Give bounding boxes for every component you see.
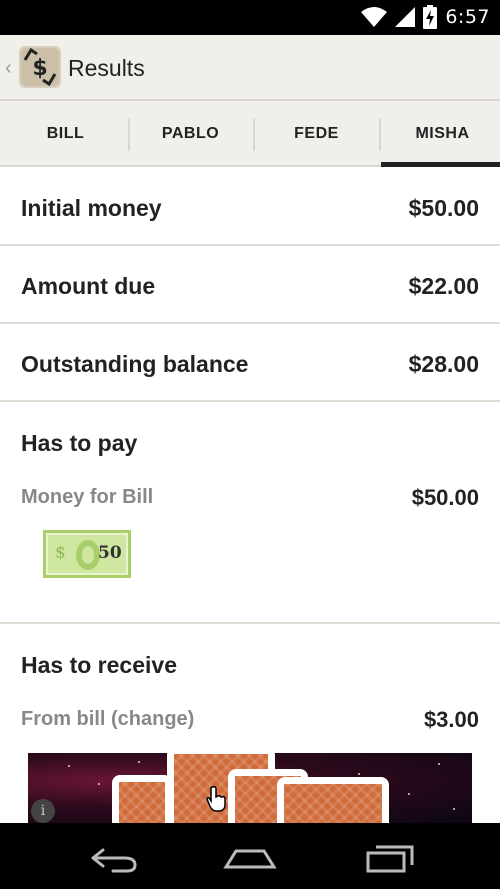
outstanding-balance-value: $28.00 [408,351,479,377]
back-icon[interactable] [83,841,143,875]
has-to-pay-title: Has to pay [21,430,138,456]
up-navigation-icon[interactable]: ‹ [5,57,12,80]
money-for-bill-label: Money for Bill [21,486,154,508]
money-for-bill-amount: $50.00 [411,485,479,510]
tab-misha[interactable]: MISHA [380,101,500,167]
has-to-pay-section: Has to pay Money for Bill $50.00 $ 50 [0,402,500,624]
selected-tab-indicator [381,162,500,167]
ad-card-image [277,777,389,823]
home-icon[interactable] [220,841,280,875]
recents-icon[interactable] [360,841,420,875]
hand-cursor-icon [206,786,226,812]
ad-info-icon[interactable]: i [31,799,55,823]
has-to-receive-title: Has to receive [21,652,177,678]
banknote-currency: $ [55,543,66,563]
tab-bar: BILL PABLO FEDE MISHA [0,101,500,167]
battery-charging-icon [423,5,438,29]
amount-due-label: Amount due [21,273,156,299]
initial-money-row: Initial money $50.00 [0,168,500,246]
ad-card-image [112,775,172,823]
banknote-portrait-oval [76,540,100,570]
tab-bill[interactable]: BILL [3,101,128,167]
page-title: Results [68,55,145,81]
status-bar: 6:57 [0,0,500,35]
outstanding-balance-row: Outstanding balance $28.00 [0,324,500,402]
system-navigation-bar [0,823,500,889]
initial-money-value: $50.00 [408,195,479,221]
wifi-icon [361,7,388,27]
from-bill-change-amount: $3.00 [423,707,479,732]
tab-fede[interactable]: FEDE [254,101,379,167]
amount-due-row: Amount due $22.00 [0,246,500,324]
ad-banner[interactable]: i [28,753,472,823]
svg-text:$: $ [32,56,47,81]
from-bill-change-label: From bill (change) [21,708,195,730]
clock: 6:57 [445,6,490,28]
action-bar: ‹ $ Results [0,35,500,101]
banknote-image: $ 50 [43,530,131,578]
amount-due-value: $22.00 [408,273,479,299]
dollar-app-icon[interactable]: $ [19,46,61,88]
signal-icon [395,7,416,27]
initial-money-label: Initial money [21,195,162,221]
banknote-denomination: 50 [98,543,122,563]
tab-pablo[interactable]: PABLO [128,101,253,167]
outstanding-balance-label: Outstanding balance [21,351,249,377]
